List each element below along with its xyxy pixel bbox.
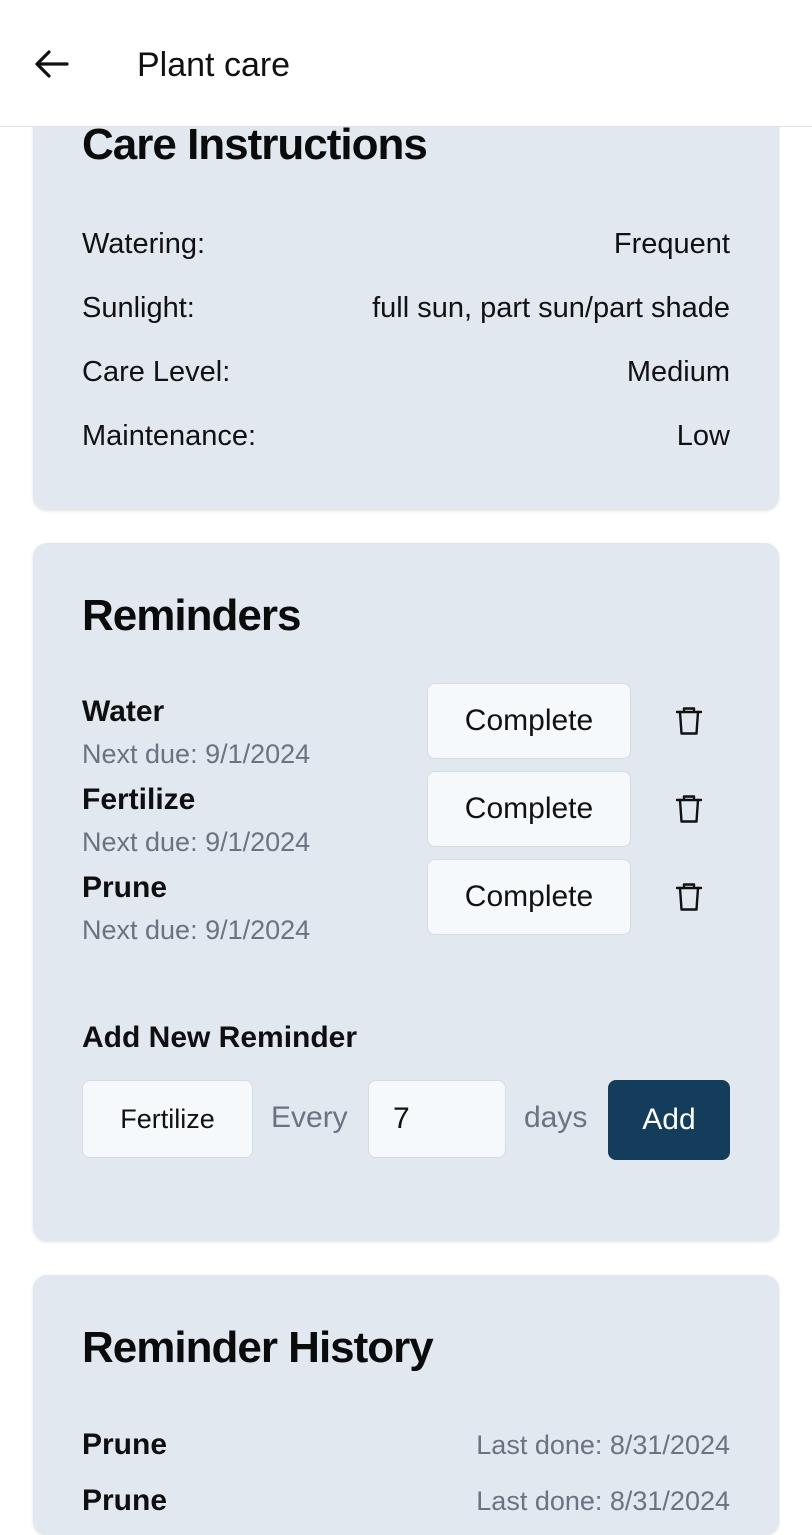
interval-days-input[interactable]: 7 [368, 1080, 506, 1158]
history-last-done: Last done: 8/31/2024 [476, 1429, 730, 1460]
reminder-history-title: Reminder History [82, 1323, 434, 1372]
trash-icon [675, 883, 703, 911]
reminder-name: Fertilize [82, 783, 196, 816]
care-row-care-level: Care Level: Medium [82, 352, 730, 392]
history-row: Prune Last done: 8/31/2024 [82, 1481, 730, 1521]
care-instructions-card: Care Instructions Watering: Frequent Sun… [33, 90, 779, 510]
care-label: Care Level: [82, 355, 231, 388]
care-value: Frequent [613, 227, 730, 260]
arrow-left-icon [35, 50, 69, 78]
app-bar: Plant care [0, 0, 812, 127]
delete-reminder-button[interactable] [667, 787, 711, 831]
reminders-card: Reminders Water Next due: 9/1/2024 Compl… [33, 543, 779, 1241]
page-title: Plant care [137, 46, 291, 84]
care-instructions-title: Care Instructions [82, 120, 428, 169]
history-row: Prune Last done: 8/31/2024 [82, 1425, 730, 1465]
care-value: full sun, part sun/part shade [372, 291, 730, 324]
reminder-name: Prune [82, 871, 168, 904]
care-label: Maintenance: [82, 419, 257, 452]
reminders-title: Reminders [82, 591, 301, 640]
add-reminder-button[interactable]: Add [608, 1080, 730, 1160]
care-label: Sunlight: [82, 291, 195, 324]
complete-button[interactable]: Complete [427, 683, 631, 759]
care-value: Medium [626, 355, 730, 388]
trash-icon [675, 707, 703, 735]
days-label: days [524, 1101, 588, 1134]
care-row-sunlight: Sunlight: full sun, part sun/part shade [82, 288, 730, 328]
reminder-item-prune: Prune Next due: 9/1/2024 Complete [82, 859, 732, 953]
every-label: Every [271, 1101, 348, 1134]
delete-reminder-button[interactable] [667, 875, 711, 919]
care-row-maintenance: Maintenance: Low [82, 416, 730, 456]
reminder-due-date: Next due: 9/1/2024 [82, 739, 311, 769]
reminder-name: Water [82, 695, 165, 728]
history-reminder-name: Prune [82, 1428, 168, 1461]
complete-button[interactable]: Complete [427, 859, 631, 935]
reminder-type-select[interactable]: Fertilize [82, 1080, 253, 1158]
complete-button[interactable]: Complete [427, 771, 631, 847]
care-row-watering: Watering: Frequent [82, 224, 730, 264]
reminder-due-date: Next due: 9/1/2024 [82, 827, 311, 857]
reminder-item-fertilize: Fertilize Next due: 9/1/2024 Complete [82, 771, 732, 865]
reminder-history-card: Reminder History Prune Last done: 8/31/2… [33, 1275, 779, 1535]
reminder-due-date: Next due: 9/1/2024 [82, 915, 311, 945]
reminder-item-water: Water Next due: 9/1/2024 Complete [82, 683, 732, 777]
delete-reminder-button[interactable] [667, 699, 711, 743]
history-reminder-name: Prune [82, 1484, 168, 1517]
care-label: Watering: [82, 227, 206, 260]
history-last-done: Last done: 8/31/2024 [476, 1485, 730, 1516]
care-value: Low [676, 419, 730, 452]
trash-icon [675, 795, 703, 823]
back-button[interactable] [28, 40, 76, 88]
add-reminder-heading: Add New Reminder [82, 1021, 358, 1054]
